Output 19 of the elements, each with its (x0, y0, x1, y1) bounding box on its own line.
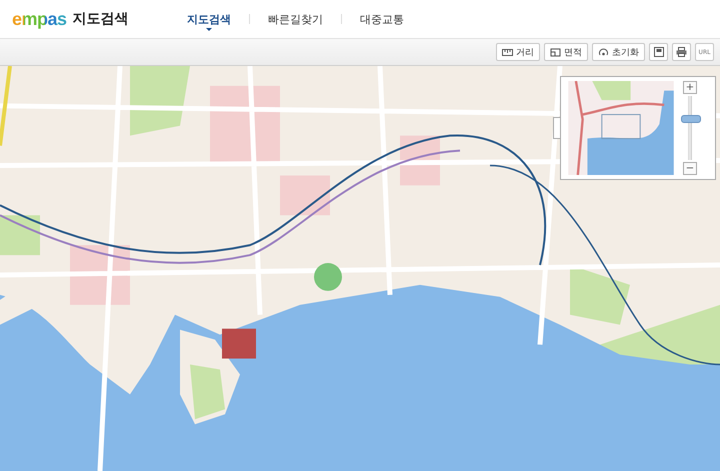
area-icon (550, 48, 561, 56)
zoom-slider-thumb[interactable] (681, 115, 701, 124)
print-icon (676, 47, 687, 57)
print-button[interactable] (672, 43, 691, 61)
reset-icon (598, 48, 609, 56)
zoom-out-button[interactable]: − (683, 162, 697, 175)
save-button[interactable] (649, 43, 668, 61)
nav-tab[interactable]: 대중교통 (360, 10, 404, 28)
service-title: 지도검색 (72, 10, 129, 28)
save-icon (654, 47, 664, 57)
ruler-icon (502, 48, 513, 56)
nav-tab[interactable]: 빠른길찾기 (268, 10, 323, 28)
reset-button[interactable]: 초기화 (592, 43, 645, 61)
area-button[interactable]: 면적 (544, 43, 588, 61)
ruler-button[interactable]: 거리 (496, 43, 540, 61)
zoom-in-button[interactable]: + (683, 81, 697, 94)
collapse-handle[interactable] (553, 117, 561, 139)
nav-tab[interactable]: 지도검색 (187, 10, 231, 28)
map-drawing[interactable] (0, 66, 720, 471)
